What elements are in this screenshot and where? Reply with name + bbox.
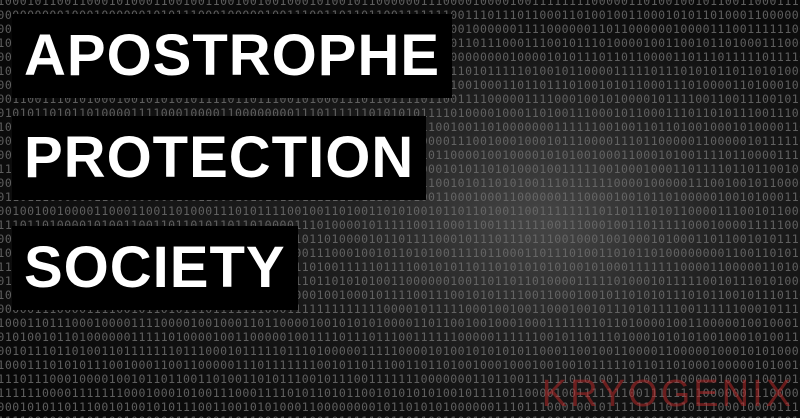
watermark-logo: KRYOGENIX [541,373,794,415]
banner-image: 0100010110011000101000110010011001001001… [0,0,800,418]
title-line-3: SOCIETY [12,226,298,310]
title-line-2: PROTECTION [12,116,427,200]
title-line-1: APOSTROPHE [12,14,453,98]
